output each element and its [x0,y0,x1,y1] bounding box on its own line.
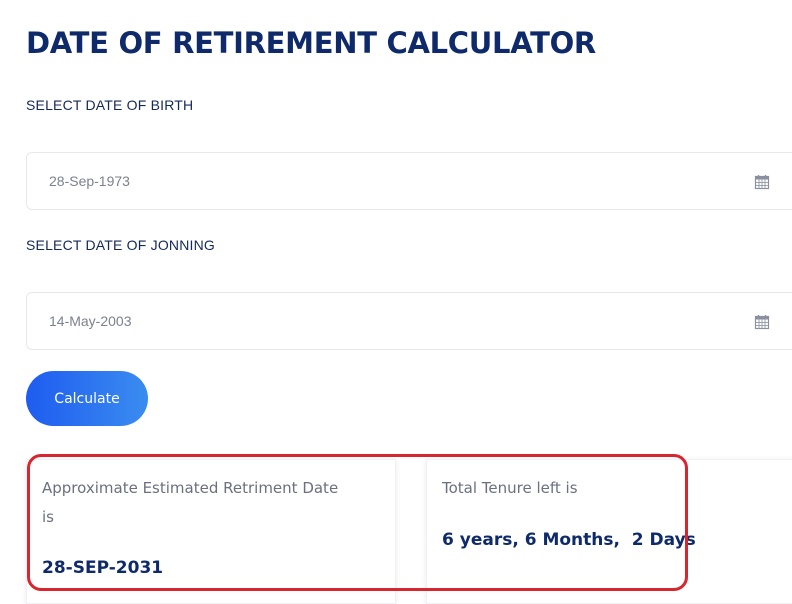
page-title: DATE OF RETIREMENT CALCULATOR [26,26,596,60]
dob-value: 28-Sep-1973 [49,173,130,189]
calculate-button[interactable]: Calculate [26,371,148,426]
retirement-date-value: 28-SEP-2031 [42,558,164,578]
retirement-date-card: Approximate Estimated Retriment Date is … [26,459,396,604]
retirement-label-line2: is [42,508,54,526]
tenure-label: Total Tenure left is [442,479,578,497]
dob-label: SELECT DATE OF BIRTH [26,97,194,113]
retirement-calculator-page: DATE OF RETIREMENT CALCULATOR SELECT DAT… [0,0,792,604]
doj-date-field[interactable]: 14-May-2003 [26,292,792,350]
doj-label: SELECT DATE OF JONNING [26,237,216,253]
doj-value: 14-May-2003 [49,313,132,329]
dob-date-field[interactable]: 28-Sep-1973 [26,152,792,210]
calendar-icon[interactable] [754,314,770,330]
tenure-card: Total Tenure left is 6 years, 6 Months, … [426,459,792,604]
tenure-value: 6 years, 6 Months, 2 Days [442,530,696,550]
retirement-label-line1: Approximate Estimated Retriment Date [42,479,339,497]
calendar-icon[interactable] [754,174,770,190]
